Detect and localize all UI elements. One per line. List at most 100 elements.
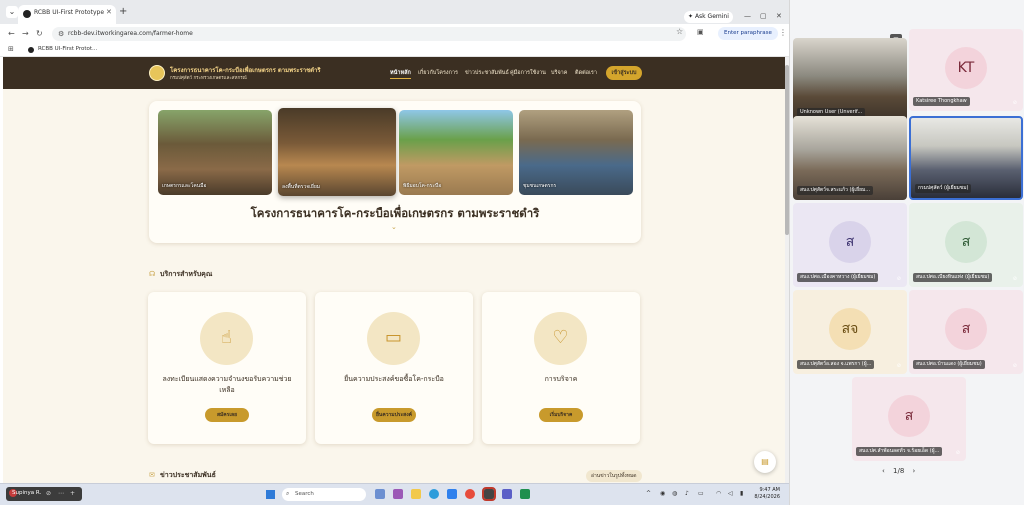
service-card-donate[interactable]: ♡ การบริจาค เริ่มบริจาค <box>482 292 640 444</box>
taskbar-search[interactable]: ⌕ Search <box>282 488 366 501</box>
teams-icon[interactable] <box>502 489 512 499</box>
taskbar-search-placeholder: Search <box>295 491 314 497</box>
tray-app-icon[interactable]: ◍ <box>672 490 677 497</box>
chrome-icon[interactable] <box>465 489 475 499</box>
mic-off-icon: ⊘ <box>955 450 960 456</box>
website-content: โครงการธนาคารโค-กระบือเพื่อเกษตรกร ตามพร… <box>3 57 786 483</box>
excel-icon[interactable] <box>520 489 530 499</box>
avatar: KT <box>945 47 987 89</box>
minimize-icon[interactable]: — <box>744 12 751 20</box>
url-field[interactable]: ⚙ rcbb-dev.itworkingarea.com/farmer-home <box>52 27 686 41</box>
photo-card[interactable]: ชุมชนเกษตรกร <box>519 110 633 195</box>
close-icon[interactable]: ✕ <box>106 8 112 16</box>
tray-app-icon[interactable]: ◉ <box>660 490 665 497</box>
meeting-user-chip[interactable]: Supinya R. ⊘ ⋯ + <box>6 487 82 501</box>
nav-donate[interactable]: บริจาค <box>551 69 567 77</box>
services-heading: บริการสำหรับคุณ <box>160 270 213 278</box>
hero-title: โครงการธนาคารโค-กระบือเพื่อเกษตรกร ตามพร… <box>250 206 540 220</box>
tab-search-icon[interactable]: ⌄ <box>6 6 18 18</box>
nav-home[interactable]: หน้าหลัก <box>390 69 411 79</box>
file-explorer-icon[interactable] <box>411 489 421 499</box>
apps-grid-icon[interactable]: ⊞ <box>8 45 14 53</box>
photo-card[interactable]: เกษตรกรและโคนมือ <box>158 110 272 195</box>
submit-request-button[interactable]: ยื่นความประสงค์ <box>372 408 416 422</box>
edge-icon[interactable] <box>429 489 439 499</box>
nav-contact[interactable]: ติดต่อเรา <box>575 69 597 77</box>
donate-hand-icon: ♡ <box>552 327 569 348</box>
card-icon-circle: ☝ <box>200 312 253 365</box>
tray-chevron-icon[interactable]: ^ <box>646 490 651 497</box>
site-logo[interactable] <box>149 65 165 81</box>
avatar: ส <box>945 308 987 350</box>
add-icon[interactable]: + <box>70 490 75 497</box>
volume-icon[interactable]: ◁ <box>728 490 733 497</box>
bookmark-item[interactable]: RCBB UI-First Protot... <box>38 46 97 52</box>
ask-gemini-button[interactable]: ✦ Ask Gemini <box>684 11 733 23</box>
tray-app-icon[interactable]: ▭ <box>698 490 704 497</box>
login-button[interactable]: เข้าสู่ระบบ <box>606 66 642 80</box>
paraphrase-button[interactable]: Enter paraphrase <box>718 27 778 40</box>
participant-tile[interactable]: KT Katsiree Thongkhaw ⊘ <box>909 29 1023 111</box>
service-card-purchase[interactable]: ▭ ยื่นความประสงค์ขอซื้อโค-กระบือ ยื่นควา… <box>315 292 473 444</box>
photo-card[interactable]: พิธีมอบโค-กระบือ <box>399 110 513 195</box>
windows-start-icon[interactable] <box>266 490 275 499</box>
maximize-icon[interactable]: ▢ <box>760 12 767 20</box>
next-page-icon[interactable]: › <box>913 467 916 475</box>
forward-icon[interactable]: → <box>22 29 29 38</box>
nav-about[interactable]: เกี่ยวกับโครงการ <box>418 69 458 77</box>
chevron-down-icon[interactable]: ⌄ <box>391 223 397 231</box>
copilot-icon[interactable] <box>393 489 403 499</box>
ask-gemini-label: Ask Gemini <box>694 13 729 20</box>
participant-tile[interactable]: ส สนง.ปศ.สำพ้อนลดทั่ว จ.ร้อยเอ็ด (ผู้...… <box>852 377 966 461</box>
menu-icon[interactable]: ⋮ <box>779 28 787 37</box>
participant-tile[interactable]: ส สนง.ปศอ.เมืองคาหวาง (ผู้เยี่ยมชม) ⊘ <box>793 203 907 287</box>
participant-name: สนง.ปศ.สำพ้อนลดทั่ว จ.ร้อยเอ็ด (ผู้... <box>856 447 943 456</box>
participant-tile[interactable]: สนง.ปศุสัตว์จ.สระแก้ว (ผู้เยี่ยม... <box>793 116 907 200</box>
participant-name: สนง.ปศุสัตว์อ.สอง จ.แพรกา (ผู้... <box>797 360 875 369</box>
active-app-icon[interactable] <box>482 487 496 501</box>
page-indicator: 1/8 <box>893 467 905 475</box>
nav-news[interactable]: ข่าวประชาสัมพันธ์ <box>465 69 509 77</box>
site-subtitle: กรมปศุสัตว์ กระทรวงเกษตรและสหกรณ์ <box>170 76 247 81</box>
bookmark-star-icon[interactable]: ☆ <box>676 27 683 36</box>
participant-tile[interactable]: กรมปศุสัตว์ (ผู้เยี่ยมชม) <box>909 116 1023 200</box>
close-window-icon[interactable]: ✕ <box>776 12 782 20</box>
bookmark-favicon-icon <box>28 47 34 53</box>
extensions-icon[interactable]: ▣ <box>697 28 704 36</box>
back-icon[interactable]: ← <box>8 29 15 38</box>
store-icon[interactable] <box>447 489 457 499</box>
start-donate-button[interactable]: เริ่มบริจาค <box>539 408 583 422</box>
photo-card[interactable]: ลงพื้นที่ตรวจเยี่ยม <box>278 108 396 196</box>
apply-button[interactable]: สมัครเลย <box>205 408 249 422</box>
nav-manual[interactable]: คู่มือการใช้งาน <box>510 69 546 77</box>
participant-name: สนง.ปศุสัตว์จ.สระแก้ว (ผู้เยี่ยม... <box>797 186 874 195</box>
meeting-user-name: Supinya R. <box>12 490 42 496</box>
service-card-register[interactable]: ☝ ลงทะเบียนแสดงความจำนงขอรับความช่วยเหลื… <box>148 292 306 444</box>
taskview-icon[interactable] <box>375 489 385 499</box>
clock[interactable]: 9:47 AM 8/24/2026 <box>752 487 780 501</box>
photo-caption: พิธีมอบโค-กระบือ <box>403 183 442 189</box>
bookmarks-bar: ⊞ RCBB UI-First Protot... <box>0 44 789 57</box>
mic-off-icon: ⊘ <box>896 276 901 282</box>
chat-fab-icon[interactable]: ▤ <box>754 451 776 473</box>
clock-date: 8/24/2026 <box>754 494 780 500</box>
participant-tile[interactable]: ส สนง.ปศอ.เบียงหินแท่ง (ผู้เยี่ยมชม) ⊘ <box>909 203 1023 287</box>
reload-icon[interactable]: ↻ <box>36 29 43 38</box>
participant-tile[interactable]: Unknown User (Unverif... <box>793 38 907 122</box>
search-icon: ⌕ <box>286 490 290 497</box>
browser-window: ⌄ RCBB UI-First Prototype ✕ + ✦ Ask Gemi… <box>0 0 789 505</box>
mic-off-icon: ⊘ <box>1012 276 1017 282</box>
more-icon[interactable]: ⋯ <box>58 490 64 497</box>
new-tab-button[interactable]: + <box>119 6 127 17</box>
wifi-icon[interactable]: ◠ <box>716 490 721 497</box>
mic-off-icon[interactable]: ⊘ <box>46 490 51 497</box>
browser-tab[interactable]: RCBB UI-First Prototype ✕ <box>18 5 116 24</box>
battery-icon[interactable]: ▮ <box>740 490 743 497</box>
prev-page-icon[interactable]: ‹ <box>882 467 885 475</box>
card-icon-circle: ▭ <box>367 312 420 365</box>
participant-tile[interactable]: สจ สนง.ปศุสัตว์อ.สอง จ.แพรกา (ผู้... ⊘ <box>793 290 907 374</box>
site-info-icon[interactable]: ⚙ <box>58 30 64 38</box>
mic-icon[interactable]: ♪ <box>685 490 689 497</box>
participant-tile[interactable]: ส สนง.ปศอ.บ้านแดง (ผู้เยี่ยมชม) ⊘ <box>909 290 1023 374</box>
news-more-button[interactable]: อ่านข่าวในรูปทั้งหมด <box>586 470 642 482</box>
